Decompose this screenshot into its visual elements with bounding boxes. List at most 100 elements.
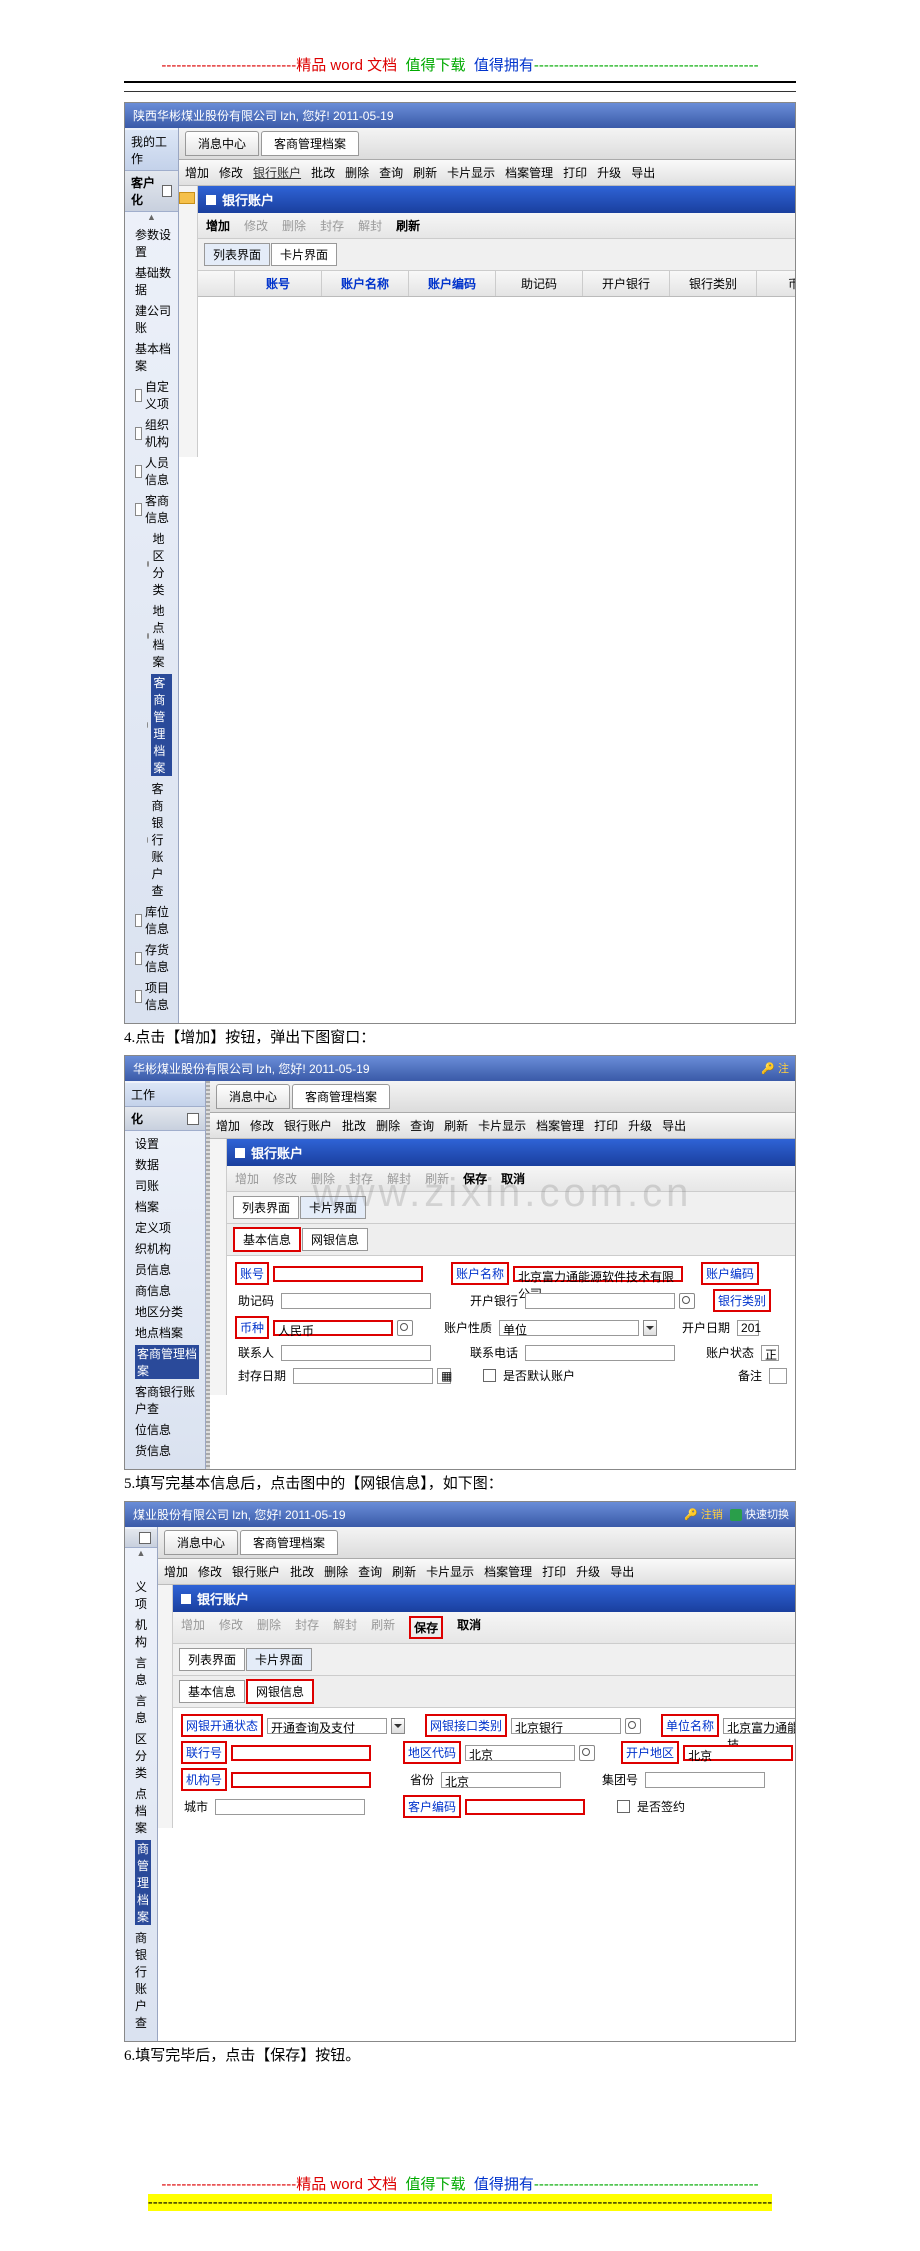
- tree-item[interactable]: 定义项: [129, 1217, 201, 1238]
- tree-item[interactable]: 地区分类: [129, 1301, 201, 1322]
- sidebar-header[interactable]: 化: [125, 1107, 205, 1131]
- tb-up[interactable]: 升级: [576, 1563, 600, 1580]
- inp-ebank-status[interactable]: 开通查询及支付: [267, 1718, 387, 1734]
- tree-item-selected[interactable]: 客商管理档案: [129, 672, 174, 778]
- tb-edit[interactable]: 修改: [198, 1563, 222, 1580]
- vtab-card[interactable]: 卡片界面: [300, 1196, 366, 1219]
- inp-bank[interactable]: [525, 1293, 675, 1309]
- tab-msg[interactable]: 消息中心: [164, 1530, 238, 1555]
- tb-bank[interactable]: 银行账户: [232, 1563, 280, 1580]
- tree-item[interactable]: 商信息: [129, 1280, 201, 1301]
- tb-edit[interactable]: 修改: [250, 1117, 274, 1134]
- vtab-list[interactable]: 列表界面: [179, 1648, 245, 1671]
- inp-custcode[interactable]: [465, 1799, 585, 1815]
- inp-currency[interactable]: 人民币: [273, 1320, 393, 1336]
- itab-basic[interactable]: 基本信息: [233, 1227, 301, 1252]
- tree-item[interactable]: 位信息: [129, 1419, 201, 1440]
- search-icon[interactable]: [579, 1745, 595, 1761]
- inp-contact[interactable]: [281, 1345, 431, 1361]
- tree-item-selected[interactable]: 客商管理档案: [129, 1343, 201, 1381]
- sb-cancel[interactable]: 取消: [457, 1616, 481, 1639]
- tb-add[interactable]: 增加: [185, 164, 209, 181]
- tree-item[interactable]: 组织机构: [129, 414, 174, 452]
- inp-account[interactable]: [273, 1266, 423, 1282]
- quick-switch[interactable]: 快速切换: [745, 1509, 789, 1521]
- collapse-icon[interactable]: [162, 185, 172, 197]
- inp-accttype[interactable]: 单位: [499, 1320, 639, 1336]
- tree-item[interactable]: 区分类: [129, 1728, 153, 1783]
- vtab-card[interactable]: 卡片界面: [246, 1648, 312, 1671]
- tb-batch[interactable]: 批改: [342, 1117, 366, 1134]
- tb-arch[interactable]: 档案管理: [484, 1563, 532, 1580]
- tb-query[interactable]: 查询: [379, 164, 403, 181]
- tree-item[interactable]: 地点档案: [129, 1322, 201, 1343]
- tree-item[interactable]: 司账: [129, 1175, 201, 1196]
- inp-lxh[interactable]: [231, 1745, 371, 1761]
- search-icon[interactable]: [397, 1320, 413, 1336]
- tree-item[interactable]: 基础数据: [129, 262, 174, 300]
- tb-edit[interactable]: 修改: [219, 164, 243, 181]
- tree-item-selected[interactable]: 商管理档案: [129, 1838, 153, 1927]
- tb-print[interactable]: 打印: [594, 1117, 618, 1134]
- dropdown-icon[interactable]: [391, 1718, 405, 1734]
- tree-item[interactable]: 档案: [129, 1196, 201, 1217]
- tb-del[interactable]: 删除: [324, 1563, 348, 1580]
- tb-refresh[interactable]: 刷新: [444, 1117, 468, 1134]
- tb-batch[interactable]: 批改: [311, 164, 335, 181]
- sb-save[interactable]: 保存: [463, 1170, 487, 1187]
- col-code[interactable]: 账户编码: [409, 271, 496, 296]
- inp-remark[interactable]: [769, 1368, 787, 1384]
- tb-card[interactable]: 卡片显示: [426, 1563, 474, 1580]
- tb-bank[interactable]: 银行账户: [253, 164, 301, 181]
- inp-org[interactable]: [231, 1772, 371, 1788]
- scroll-up-icon[interactable]: ▲: [125, 1548, 157, 1558]
- dropdown-icon[interactable]: [643, 1320, 657, 1336]
- inp-acctname[interactable]: 北京富力通能源软件技术有限公司: [513, 1266, 683, 1282]
- tree-item[interactable]: 存货信息: [129, 939, 174, 977]
- tree-item[interactable]: 客商银行账户查: [129, 1381, 201, 1419]
- col-bank[interactable]: 开户银行: [583, 271, 670, 296]
- tree-item[interactable]: 货信息: [129, 1440, 201, 1461]
- folder-icon[interactable]: [179, 192, 195, 204]
- tb-card[interactable]: 卡片显示: [447, 164, 495, 181]
- search-icon[interactable]: [679, 1293, 695, 1309]
- inp-mnemonic[interactable]: [281, 1293, 431, 1309]
- tree-item[interactable]: 言息: [129, 1652, 153, 1690]
- cb-default[interactable]: [483, 1369, 496, 1382]
- tree-item[interactable]: 客商银行账户查: [129, 778, 174, 901]
- col-name[interactable]: 账户名称: [322, 271, 409, 296]
- inp-iface[interactable]: 北京银行: [511, 1718, 621, 1734]
- logout-link[interactable]: 🔑 注: [761, 1060, 789, 1076]
- tb-del[interactable]: 删除: [345, 164, 369, 181]
- col-mnemonic[interactable]: 助记码: [496, 271, 583, 296]
- col-account[interactable]: 账号: [235, 271, 322, 296]
- inp-openarea[interactable]: 北京: [683, 1745, 793, 1761]
- tab-msg[interactable]: 消息中心: [185, 131, 259, 156]
- sb-add[interactable]: 增加: [206, 217, 230, 234]
- tb-print[interactable]: 打印: [542, 1563, 566, 1580]
- tb-export[interactable]: 导出: [631, 164, 655, 181]
- tb-del[interactable]: 删除: [376, 1117, 400, 1134]
- tree-item[interactable]: 设置: [129, 1133, 201, 1154]
- inp-group[interactable]: [645, 1772, 765, 1788]
- col-banktype[interactable]: 银行类别: [670, 271, 757, 296]
- col-currency[interactable]: 币种: [757, 271, 796, 296]
- tree-item[interactable]: 自定义项: [129, 376, 174, 414]
- tab-msg[interactable]: 消息中心: [216, 1084, 290, 1109]
- sidebar-header-mywork[interactable]: 我的工作: [125, 130, 178, 171]
- logout-link[interactable]: 注销: [701, 1509, 723, 1521]
- tab-cust[interactable]: 客商管理档案: [261, 131, 359, 156]
- inp-city[interactable]: [215, 1799, 365, 1815]
- tree-item[interactable]: 客商信息: [129, 490, 174, 528]
- sidebar-header[interactable]: [125, 1529, 157, 1548]
- tb-refresh[interactable]: 刷新: [413, 164, 437, 181]
- inp-opendate[interactable]: 201: [737, 1320, 759, 1336]
- scroll-up-icon[interactable]: ▲: [125, 212, 178, 222]
- vtab-card[interactable]: 卡片界面: [271, 243, 337, 266]
- tb-export[interactable]: 导出: [610, 1563, 634, 1580]
- cb-signed[interactable]: [617, 1800, 630, 1813]
- tb-query[interactable]: 查询: [358, 1563, 382, 1580]
- tb-arch[interactable]: 档案管理: [505, 164, 553, 181]
- tab-cust[interactable]: 客商管理档案: [292, 1084, 390, 1109]
- tree-item[interactable]: 建公司账: [129, 300, 174, 338]
